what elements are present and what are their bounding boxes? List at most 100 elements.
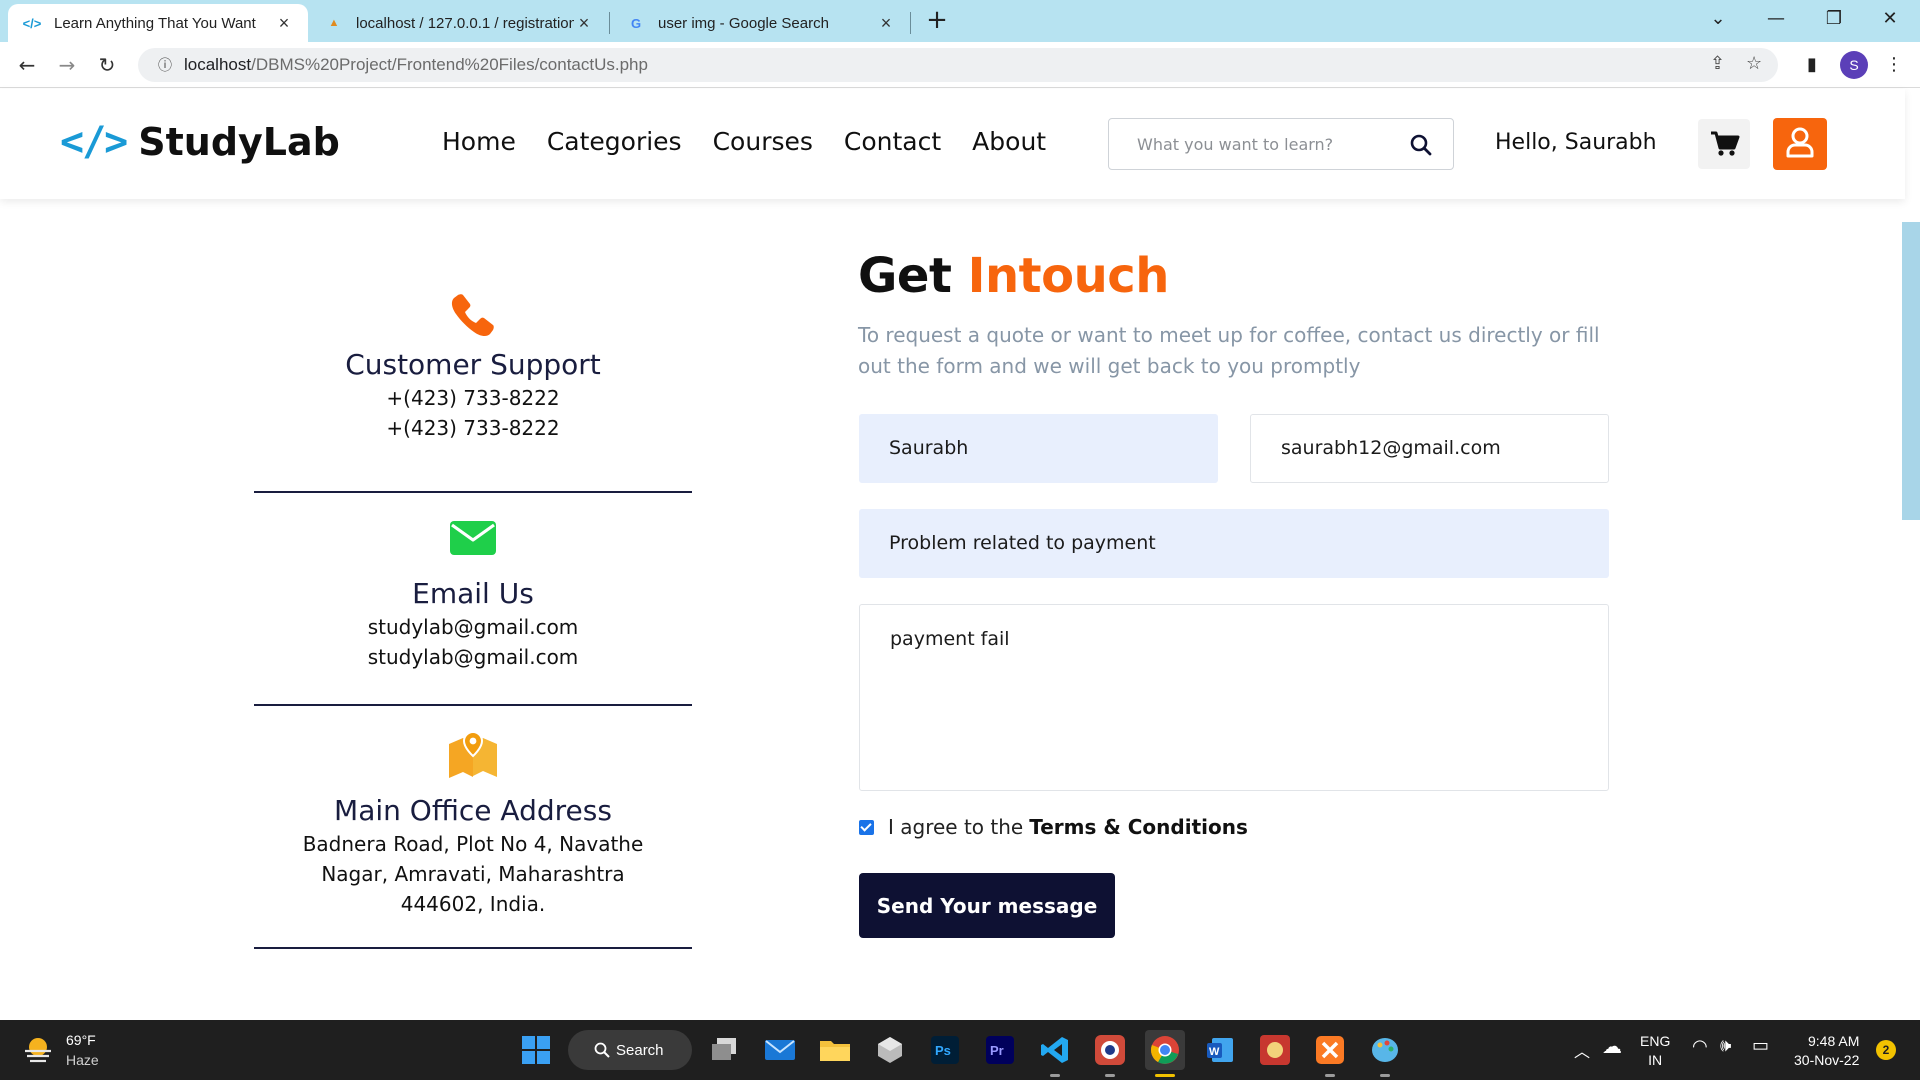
close-window-button[interactable]: ✕ bbox=[1862, 0, 1918, 40]
system-clock[interactable]: 9:48 AM 30-Nov-22 bbox=[1794, 1032, 1859, 1070]
taskbar-search[interactable]: Search bbox=[568, 1030, 692, 1070]
tab-label: localhost / 127.0.0.1 / registration bbox=[356, 14, 574, 32]
url-path: /DBMS%20Project/Frontend%20Files/contact… bbox=[251, 55, 648, 74]
nav-categories[interactable]: Categories bbox=[547, 127, 682, 156]
tab-close-icon[interactable]: × bbox=[274, 13, 294, 34]
contact-info-title: Email Us bbox=[412, 577, 534, 610]
tab-close-icon[interactable]: × bbox=[876, 13, 896, 34]
nav-courses[interactable]: Courses bbox=[713, 127, 813, 156]
folder-icon bbox=[820, 1041, 850, 1061]
name-field[interactable]: Saurabh bbox=[859, 414, 1218, 483]
premiere-app[interactable]: Pr bbox=[980, 1030, 1020, 1070]
start-button[interactable] bbox=[516, 1030, 556, 1070]
battery-icon[interactable]: ▭ bbox=[1752, 1035, 1769, 1056]
weather-widget[interactable]: 69°F Haze bbox=[22, 1030, 99, 1070]
browser-toolbar: ← → ↻ ⓘ localhost/DBMS%20Project/Fronten… bbox=[0, 42, 1920, 88]
clock-time: 9:48 AM bbox=[1808, 1033, 1860, 1049]
contact-info-line[interactable]: studylab@gmail.com bbox=[254, 642, 692, 672]
share-icon[interactable]: ⇪ bbox=[1710, 53, 1725, 74]
user-account-button[interactable] bbox=[1773, 118, 1827, 170]
page-scrollbar-thumb[interactable] bbox=[1902, 222, 1920, 520]
tab-search-dropdown-icon[interactable]: ⌄ bbox=[1690, 0, 1746, 40]
tray-overflow-chevron-icon[interactable]: ︿ bbox=[1574, 1038, 1590, 1062]
unity-app[interactable] bbox=[870, 1030, 910, 1070]
email-field[interactable]: saurabh12@gmail.com bbox=[1250, 414, 1609, 483]
contact-info-column: Customer Support +(423) 733-8222 +(423) … bbox=[254, 280, 692, 949]
word-app[interactable]: W bbox=[1200, 1030, 1240, 1070]
url-text[interactable]: localhost/DBMS%20Project/Frontend%20File… bbox=[184, 55, 648, 75]
phone-icon bbox=[451, 294, 494, 337]
taskbar-running-indicator bbox=[1380, 1074, 1390, 1077]
wifi-icon[interactable]: ◠ bbox=[1692, 1036, 1708, 1057]
terms-link[interactable]: Terms & Conditions bbox=[1029, 815, 1248, 839]
map-icon bbox=[449, 730, 497, 778]
restore-button[interactable]: ❐ bbox=[1806, 0, 1862, 40]
nav-contact[interactable]: Contact bbox=[844, 127, 941, 156]
game-app[interactable] bbox=[1255, 1030, 1295, 1070]
volume-icon[interactable]: 🕪 bbox=[1720, 1035, 1731, 1056]
language-indicator[interactable]: ENG IN bbox=[1640, 1032, 1670, 1070]
contact-info-line[interactable]: studylab@gmail.com bbox=[254, 612, 692, 642]
subject-field[interactable]: Problem related to payment bbox=[859, 509, 1609, 578]
profile-avatar[interactable]: S bbox=[1840, 51, 1868, 79]
clock-date: 30-Nov-22 bbox=[1794, 1052, 1860, 1068]
photoshop-icon: Ps bbox=[931, 1036, 959, 1064]
weather-temp: 69°F bbox=[66, 1032, 96, 1048]
browser-tab-active[interactable]: </> Learn Anything That You Want × bbox=[8, 4, 308, 42]
minimize-button[interactable]: — bbox=[1748, 0, 1804, 40]
logo-code-icon: </> bbox=[60, 119, 128, 165]
address-bar[interactable]: ⓘ localhost/DBMS%20Project/Frontend%20Fi… bbox=[138, 48, 1778, 82]
terms-checkbox[interactable] bbox=[859, 819, 874, 835]
vscode-app[interactable] bbox=[1035, 1030, 1075, 1070]
nav-home[interactable]: Home bbox=[442, 127, 516, 156]
task-view-app[interactable] bbox=[704, 1030, 744, 1070]
user-greeting: Hello, Saurabh bbox=[1495, 130, 1657, 155]
photoshop-app[interactable]: Ps bbox=[925, 1030, 965, 1070]
contact-info-line[interactable]: +(423) 733-8222 bbox=[254, 413, 692, 443]
message-textarea[interactable]: payment fail bbox=[859, 604, 1609, 791]
file-explorer-app[interactable] bbox=[815, 1030, 855, 1070]
contact-info-line: 444602, India. bbox=[400, 892, 546, 916]
contact-info-phone: Customer Support +(423) 733-8222 +(423) … bbox=[254, 290, 692, 493]
tab-label: user img - Google Search bbox=[658, 14, 829, 32]
whatsapp-app[interactable] bbox=[1090, 1030, 1130, 1070]
bookmark-star-icon[interactable]: ☆ bbox=[1746, 53, 1762, 74]
new-tab-button[interactable]: + bbox=[922, 6, 952, 36]
contact-info-line[interactable]: +(423) 733-8222 bbox=[254, 383, 692, 413]
palette-icon bbox=[1372, 1038, 1398, 1062]
main-nav: Home Categories Courses Contact About bbox=[442, 127, 1077, 156]
browser-tab[interactable]: ▲ localhost / 127.0.0.1 / registration × bbox=[310, 4, 608, 42]
back-button[interactable]: ← bbox=[12, 50, 42, 80]
search-icon[interactable] bbox=[1409, 133, 1433, 157]
site-logo[interactable]: </> StudyLab bbox=[60, 119, 340, 165]
site-info-icon[interactable]: ⓘ bbox=[150, 55, 180, 75]
taskbar-search-label: Search bbox=[616, 1041, 664, 1059]
onedrive-cloud-icon[interactable]: ☁ bbox=[1602, 1034, 1622, 1059]
menu-kebab-icon[interactable]: ⋮ bbox=[1879, 50, 1909, 80]
nav-about[interactable]: About bbox=[972, 127, 1046, 156]
tab-label: Learn Anything That You Want bbox=[54, 14, 256, 32]
notification-badge[interactable]: 2 bbox=[1876, 1040, 1896, 1060]
site-header: </> StudyLab Home Categories Courses Con… bbox=[0, 89, 1905, 199]
reload-button[interactable]: ↻ bbox=[92, 50, 122, 80]
tab-close-icon[interactable]: × bbox=[574, 13, 594, 34]
course-search-input[interactable] bbox=[1119, 125, 1389, 163]
terms-agreement: I agree to the Terms & Conditions bbox=[859, 815, 1248, 839]
forward-button[interactable]: → bbox=[52, 50, 82, 80]
subject-field-value: Problem related to payment bbox=[889, 532, 1156, 554]
xampp-icon bbox=[1316, 1036, 1344, 1064]
send-message-button[interactable]: Send Your message bbox=[859, 873, 1115, 938]
paint-app[interactable] bbox=[1365, 1030, 1405, 1070]
browser-tab[interactable]: G user img - Google Search × bbox=[612, 4, 910, 42]
cart-button[interactable] bbox=[1698, 119, 1750, 169]
chrome-app[interactable] bbox=[1145, 1030, 1185, 1070]
code-favicon-icon: </> bbox=[22, 15, 42, 31]
contact-info-line: Nagar, Amravati, Maharashtra bbox=[321, 862, 625, 886]
mail-app[interactable] bbox=[760, 1030, 800, 1070]
xampp-app[interactable] bbox=[1310, 1030, 1350, 1070]
taskbar-running-indicator bbox=[1050, 1074, 1060, 1077]
user-icon bbox=[1786, 127, 1814, 158]
windows-taskbar: 69°F Haze Search Ps Pr W ︿ ☁ ENG IN ◠ 🕪 … bbox=[0, 1020, 1920, 1080]
message-textarea-value: payment fail bbox=[890, 628, 1010, 650]
side-panel-icon[interactable]: ▮ bbox=[1797, 50, 1827, 80]
